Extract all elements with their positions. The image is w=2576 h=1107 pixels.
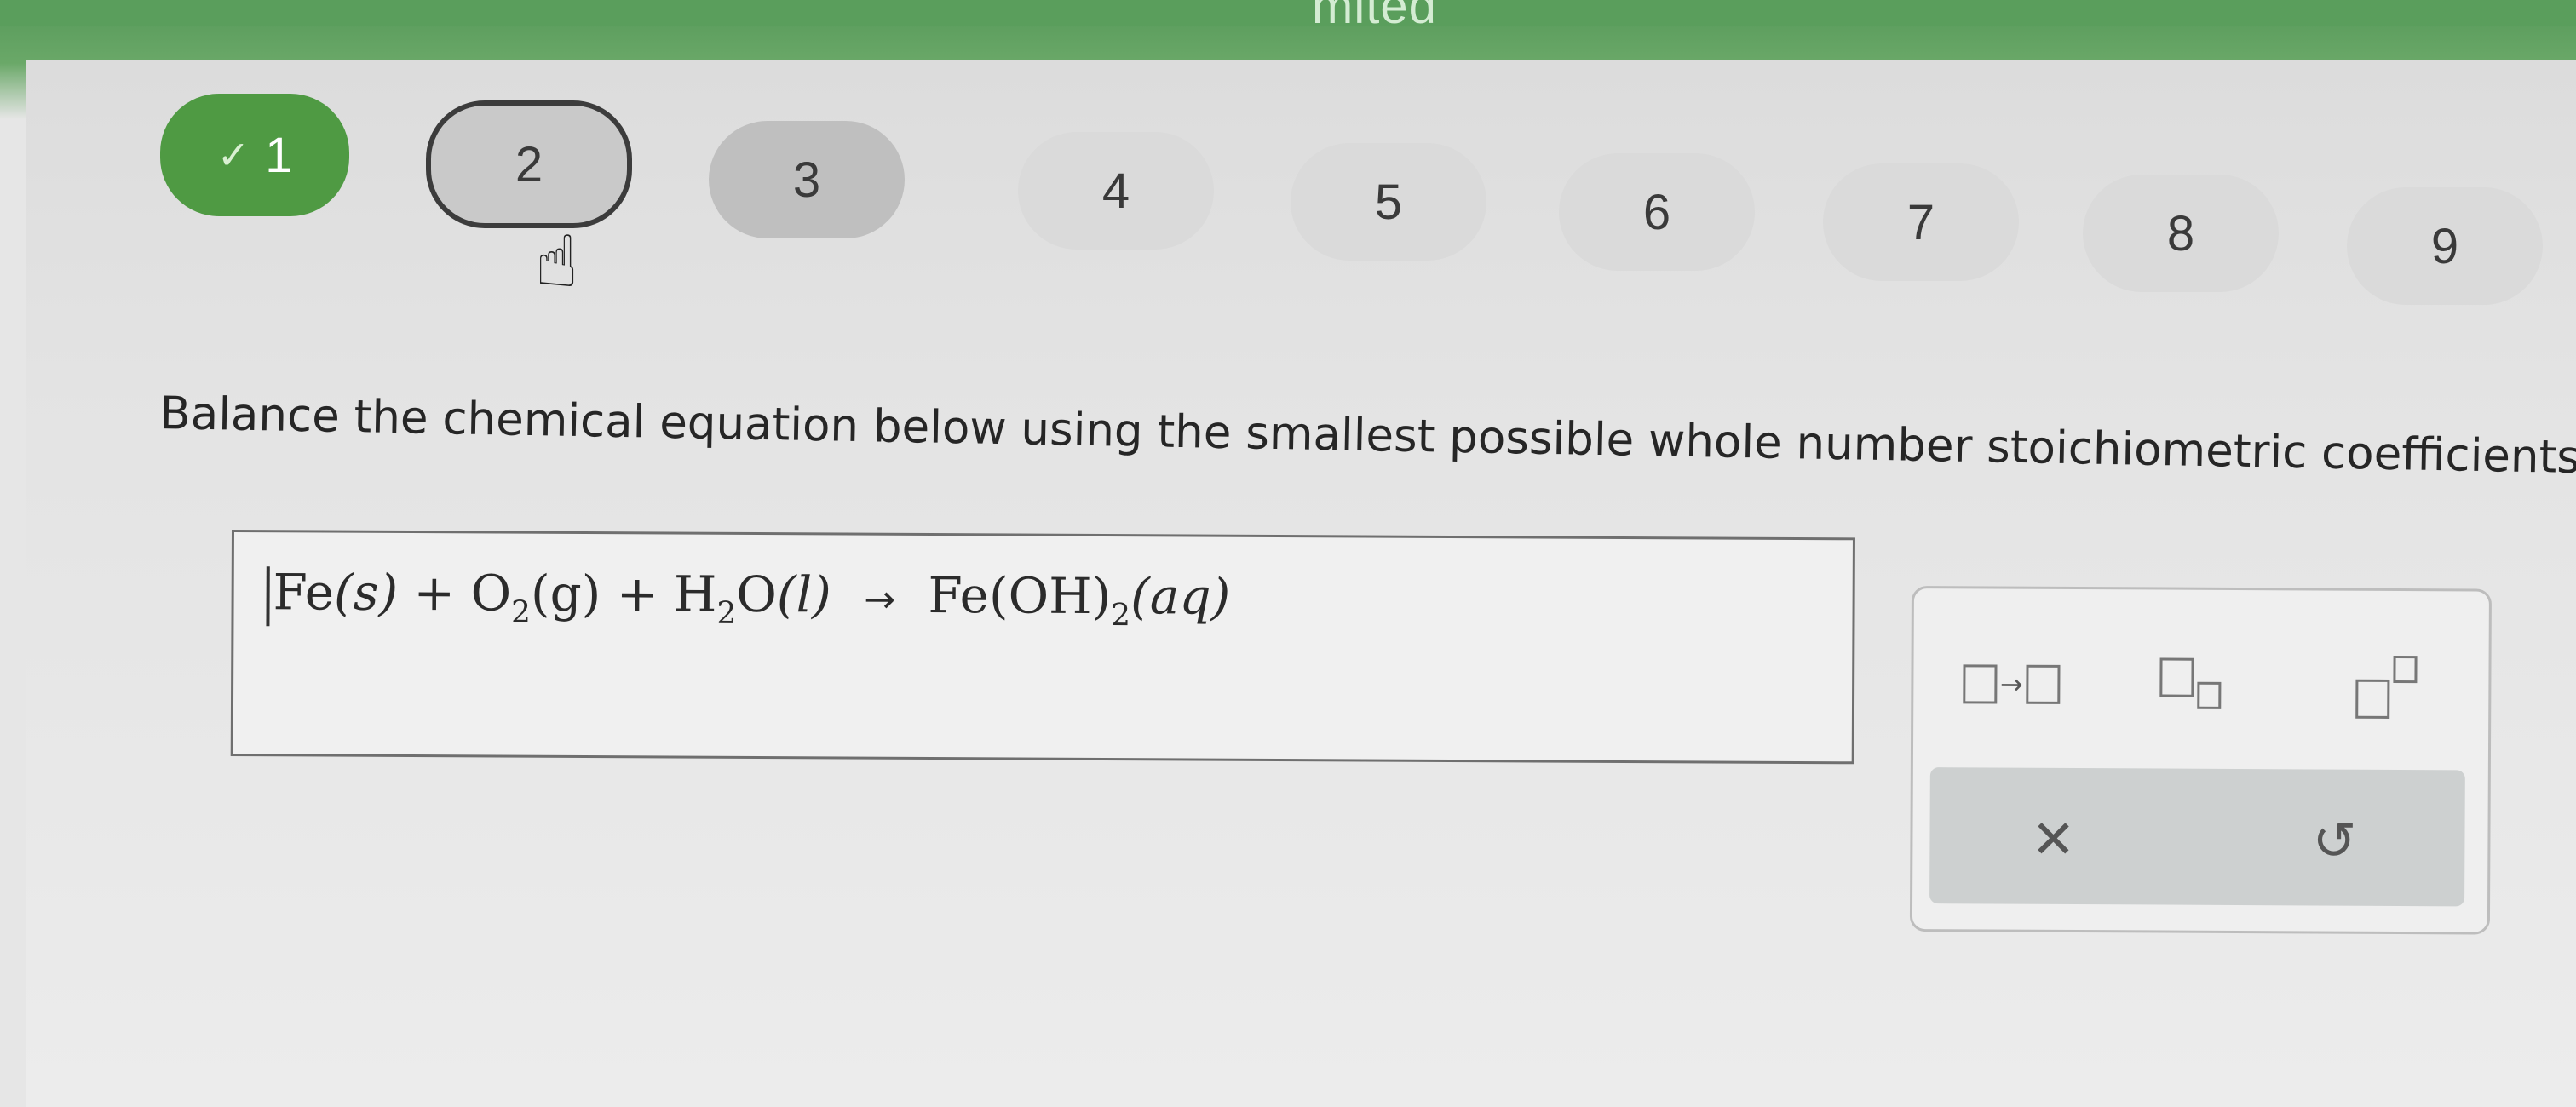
question-number: 4 (1101, 163, 1130, 219)
subscript: 2 (510, 594, 532, 630)
box-glyph (2026, 664, 2061, 704)
subscript: 2 (716, 595, 737, 631)
question-number: 6 (1642, 184, 1671, 240)
reactant-h2o-o: O (736, 565, 778, 624)
superscript-icon (2355, 679, 2390, 719)
subscript-icon (2159, 657, 2194, 697)
superscript-button[interactable] (2339, 651, 2433, 723)
subscript-button[interactable] (2143, 649, 2237, 721)
reactant-h2o: H (673, 565, 717, 623)
reaction-arrow: → (864, 577, 896, 622)
plus-sign: + (616, 565, 658, 623)
reactant-fe: Fe (273, 563, 335, 622)
state-label: (s) (333, 563, 399, 622)
question-nav-item-5[interactable]: 5 (1291, 143, 1486, 261)
subscript: 2 (1111, 598, 1131, 634)
equation-tool-palette: → ✕ ↺ (1909, 586, 2492, 935)
question-number: 9 (2430, 218, 2459, 274)
undo-icon: ↺ (2312, 808, 2357, 872)
undo-button[interactable]: ↺ (2296, 801, 2372, 878)
box-glyph (2393, 655, 2418, 684)
state-label: (g) (530, 564, 601, 623)
reaction-arrow-icon (1962, 664, 1998, 704)
question-nav-item-9[interactable]: 9 (2347, 187, 2543, 305)
chemical-equation: Fe(s) + O2(g) + H2O(l) → Fe(OH)2(aq) (266, 563, 1230, 634)
equation-input[interactable]: Fe(s) + O2(g) + H2O(l) → Fe(OH)2(aq) (230, 530, 1855, 765)
question-number: 1 (265, 127, 293, 183)
state-label: (aq) (1130, 567, 1231, 626)
question-number: 2 (515, 136, 543, 192)
box-glyph (2197, 681, 2222, 709)
question-number: 7 (1906, 194, 1935, 250)
pointer-hand-icon: ☝ (535, 220, 579, 303)
check-icon: ✓ (216, 133, 250, 177)
question-nav-item-6[interactable]: 6 (1559, 153, 1755, 271)
reactant-o2: O (470, 564, 512, 622)
question-number: 5 (1374, 174, 1403, 230)
question-nav-item-7[interactable]: 7 (1823, 163, 2019, 281)
question-number: 3 (792, 152, 821, 208)
clear-button[interactable]: ✕ (2015, 800, 2091, 877)
arrow-glyph: → (1999, 668, 2023, 701)
question-nav-item-4[interactable]: 4 (1018, 132, 1214, 250)
state-label: (l) (776, 565, 831, 624)
product-fe-oh-2: Fe(OH) (928, 565, 1112, 626)
question-nav-item-2[interactable]: 2 (426, 100, 632, 228)
question-nav: ✓ 1 2 3 4 5 6 7 8 9 ☝ (0, 0, 2576, 307)
action-bar: ✕ ↺ (1929, 767, 2465, 907)
question-nav-item-3[interactable]: 3 (709, 121, 905, 238)
close-icon: ✕ (2031, 807, 2076, 870)
question-nav-item-8[interactable]: 8 (2083, 175, 2279, 292)
text-caret (266, 566, 270, 627)
reaction-arrow-button[interactable]: → (1947, 648, 2075, 720)
plus-sign: + (413, 564, 456, 622)
question-nav-item-1[interactable]: ✓ 1 (160, 94, 349, 216)
question-number: 8 (2166, 205, 2195, 261)
